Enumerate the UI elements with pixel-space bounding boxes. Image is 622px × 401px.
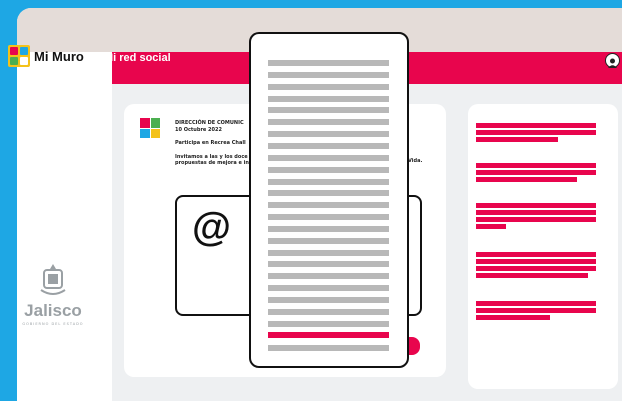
side-panel-placeholder-bar (476, 273, 588, 278)
post-author: DIRECCIÓN DE COMUNIC (175, 120, 244, 126)
placeholder-line (268, 95, 389, 102)
brand-name: Mi Muro (34, 48, 84, 64)
placeholder-line (268, 308, 389, 315)
placeholder-line (268, 83, 389, 90)
placeholder-line-accent (268, 332, 389, 338)
side-panel-placeholder-bar (476, 123, 596, 128)
sidebar (17, 52, 112, 401)
placeholder-line (268, 214, 389, 221)
side-panel-placeholder-bar (476, 308, 596, 313)
side-panel-placeholder-bar (476, 224, 506, 229)
brand[interactable]: Mi Muro (8, 45, 84, 67)
side-panel-placeholder-bar (476, 217, 596, 222)
placeholder-line (268, 237, 389, 244)
post-title: Participa en Recrea Chall (175, 140, 246, 146)
at-sign-icon: @ (192, 205, 232, 249)
placeholder-line (268, 107, 389, 114)
post-body-line: propuestas de mejora e in (175, 160, 249, 166)
page-title: Mi red social (104, 52, 171, 64)
placeholder-line (268, 166, 389, 173)
side-panel-placeholder-bar (476, 315, 550, 320)
placeholder-line (268, 154, 389, 161)
side-panel-placeholder-bar (476, 252, 596, 257)
placeholder-line (268, 178, 389, 185)
jalisco-seal-icon (40, 264, 66, 295)
side-panel-placeholder-bar (476, 301, 596, 306)
mi-muro-logo-icon (8, 45, 30, 67)
placeholder-line (268, 225, 389, 232)
placeholder-line (268, 273, 389, 280)
placeholder-line (268, 261, 389, 268)
side-panel-placeholder-bar (476, 266, 596, 271)
side-panel-placeholder-bar (476, 259, 596, 264)
side-panel-placeholder-bar (476, 177, 577, 182)
jalisco-subtitle: GOBIERNO DEL ESTADO (22, 322, 84, 326)
jalisco-wordmark: Jalisco (24, 301, 82, 320)
placeholder-line (268, 297, 389, 303)
placeholder-line (268, 202, 389, 209)
post-content: DIRECCIÓN DE COMUNIC 10 Octubre 2022 Par… (175, 120, 249, 167)
jalisco-logo: Jalisco GOBIERNO DEL ESTADO (18, 262, 88, 326)
post-body-tail: Vida. (408, 158, 423, 164)
placeholder-line (268, 320, 389, 327)
placeholder-line (268, 190, 389, 197)
side-panel-placeholder-bar (476, 163, 596, 168)
placeholder-line (268, 142, 389, 149)
side-panel-placeholder-bar (476, 130, 596, 135)
placeholder-line (268, 131, 389, 138)
user-avatar-icon[interactable] (605, 53, 620, 68)
side-panel-placeholder-bar (476, 210, 596, 215)
placeholder-line (268, 249, 389, 256)
placeholder-line (268, 119, 389, 126)
side-panel-placeholder-bar (476, 170, 596, 175)
placeholder-line (268, 345, 389, 351)
phone-mockup (249, 32, 409, 368)
side-panel-placeholder-bar (476, 137, 558, 142)
placeholder-line (268, 285, 389, 292)
author-avatar-icon (140, 118, 160, 138)
placeholder-line (268, 71, 389, 78)
placeholder-line (268, 60, 389, 66)
side-panel-placeholder-bar (476, 203, 596, 208)
side-panel-card (468, 104, 618, 389)
